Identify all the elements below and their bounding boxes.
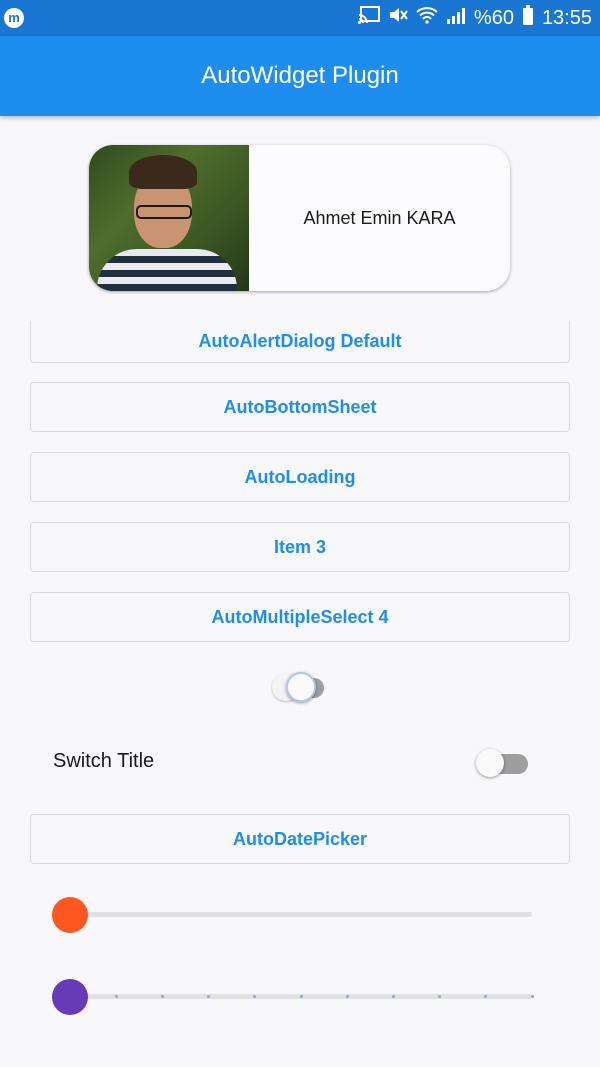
item-3-button[interactable]: Item 3 <box>30 522 570 572</box>
profile-name: Ahmet Emin KARA <box>303 207 456 228</box>
auto-alert-dialog-button[interactable]: AutoAlertDialog Default <box>30 321 570 363</box>
auto-date-picker-button[interactable]: AutoDatePicker <box>30 814 570 864</box>
slider-tick <box>391 995 395 998</box>
slider-track <box>70 912 532 917</box>
slider-thumb[interactable] <box>52 897 88 933</box>
slider-tick <box>299 995 303 998</box>
slider-thumb[interactable] <box>52 979 88 1015</box>
switch-thumb <box>286 672 316 702</box>
slider-purple-divided[interactable] <box>52 979 534 1015</box>
app-bar: AutoWidget Plugin <box>0 36 600 116</box>
app-notification-icon: m <box>4 8 24 28</box>
cast-icon <box>357 6 380 30</box>
slider-tick <box>114 995 118 998</box>
auto-loading-button[interactable]: AutoLoading <box>30 452 570 502</box>
slider-tick <box>530 995 534 998</box>
status-bar: m %60 13:55 <box>0 0 600 36</box>
mute-icon <box>388 5 408 31</box>
slider-tick <box>160 995 164 998</box>
switch-tile-title: Switch Title <box>53 750 155 772</box>
profile-card[interactable]: Ahmet Emin KARA <box>89 145 510 291</box>
wifi-icon <box>416 6 438 30</box>
app-bar-title: AutoWidget Plugin <box>201 62 399 89</box>
status-icons: %60 13:55 <box>357 0 592 36</box>
switch-thumb <box>476 749 504 777</box>
auto-bottom-sheet-button[interactable]: AutoBottomSheet <box>30 382 570 432</box>
battery-percent: %60 <box>473 6 514 29</box>
slider-tick <box>345 995 349 998</box>
switch-tile-toggle[interactable] <box>474 748 530 778</box>
avatar <box>89 145 249 291</box>
auto-multiple-select-button[interactable]: AutoMultipleSelect 4 <box>30 592 570 642</box>
clock: 13:55 <box>541 6 592 29</box>
center-switch[interactable] <box>272 672 326 704</box>
signal-icon <box>446 6 466 30</box>
slider-orange[interactable] <box>52 897 532 933</box>
battery-icon <box>522 5 534 31</box>
